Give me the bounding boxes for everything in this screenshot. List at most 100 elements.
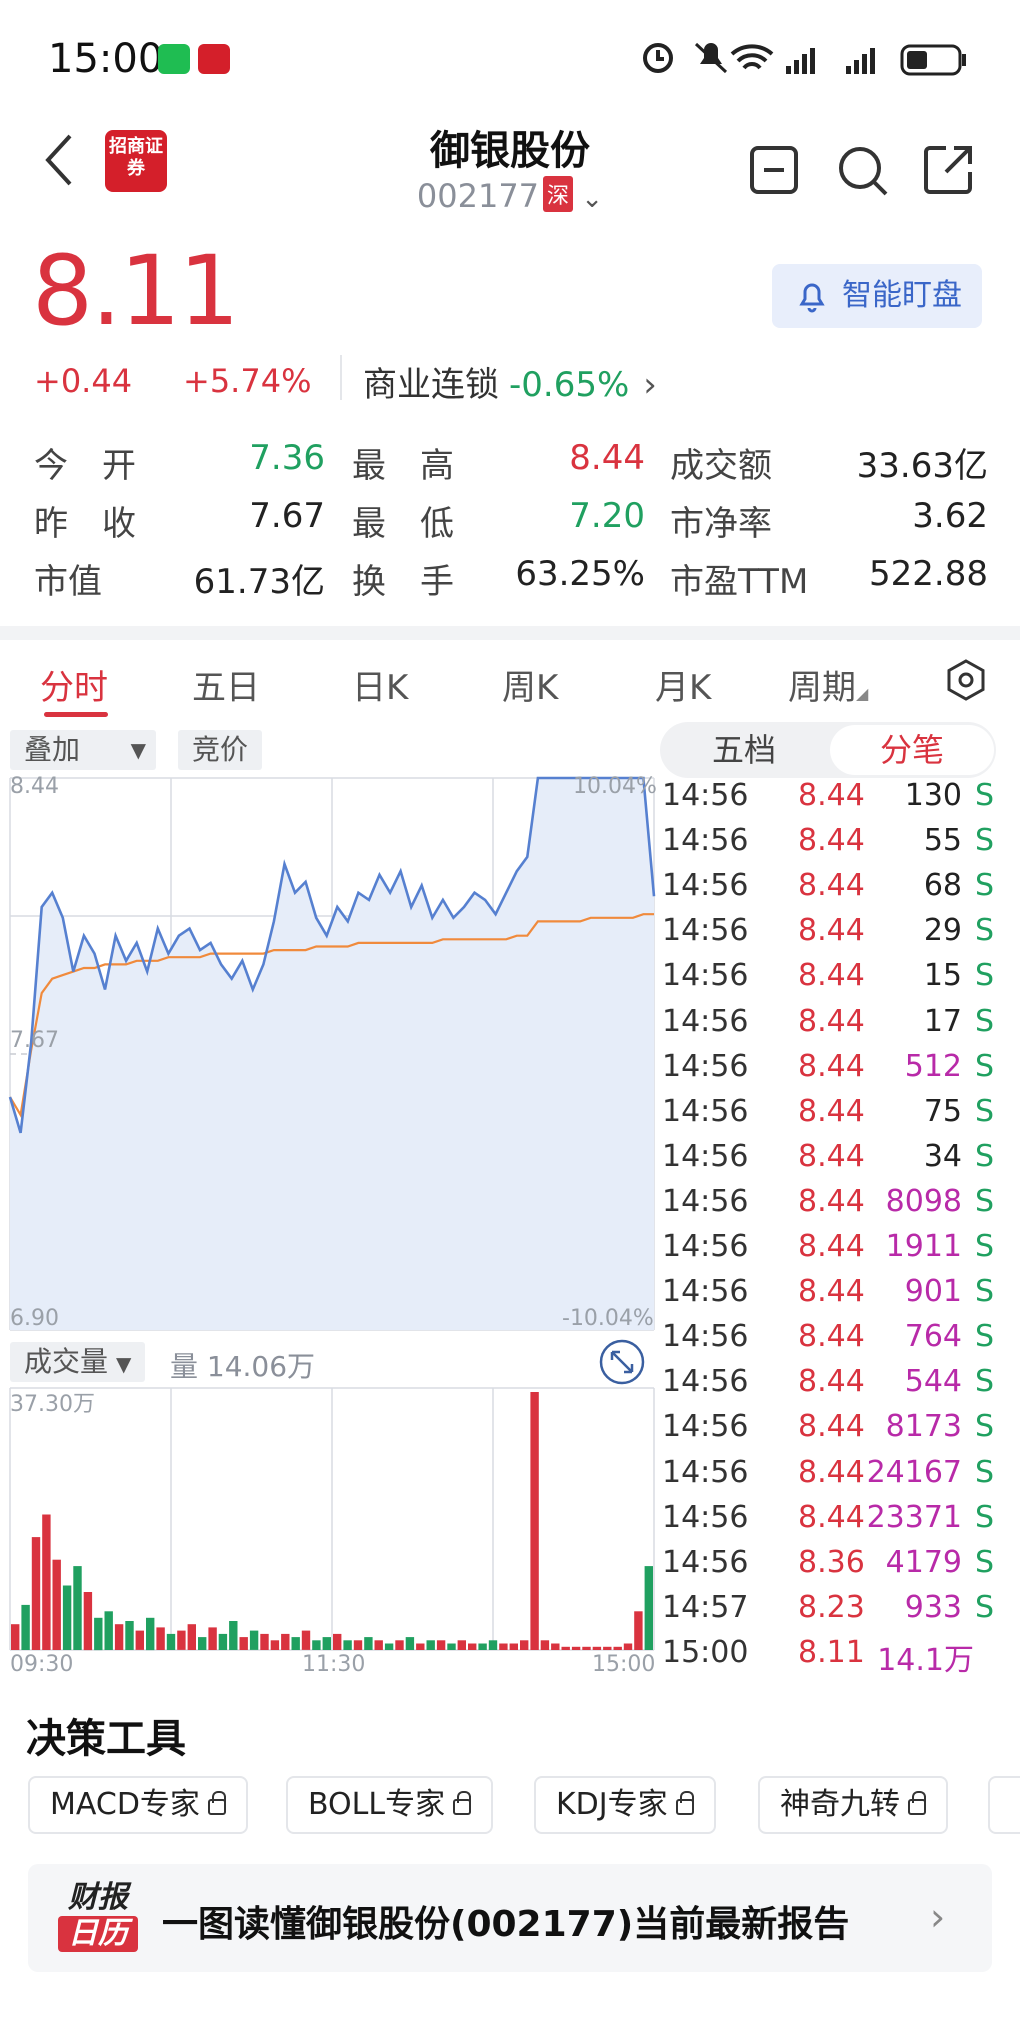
- tool-kdj[interactable]: KDJ专家: [534, 1776, 716, 1834]
- tool-more[interactable]: [988, 1776, 1020, 1834]
- tab-five-day[interactable]: 五日: [192, 660, 260, 709]
- tick-row: 14:56 8.44 15 S: [662, 958, 1002, 1003]
- tick-side: S: [974, 913, 994, 949]
- volume-bar: [364, 1637, 373, 1650]
- tool-boll[interactable]: BOLL专家: [286, 1776, 494, 1834]
- search-icon[interactable]: [834, 142, 890, 198]
- tick-side: S: [974, 868, 994, 904]
- tick-row: 14:56 8.44 55 S: [662, 823, 1002, 868]
- tick-time: 15:00: [662, 1634, 749, 1670]
- share-icon[interactable]: [920, 142, 976, 198]
- chevron-right-icon: ›: [930, 1895, 946, 1939]
- report-calendar-icon: 财报 日历: [58, 1880, 138, 1956]
- volume-bar: [73, 1566, 82, 1650]
- time-mid-label: 11:30: [302, 1652, 366, 1677]
- tick-time: 14:56: [662, 1183, 749, 1219]
- tick-time: 14:56: [662, 958, 749, 994]
- tab-weekly-k[interactable]: 周K: [502, 660, 558, 709]
- volume-bar: [634, 1611, 643, 1650]
- stat-value: 8.44: [569, 438, 645, 478]
- tick-time: 14:56: [662, 1229, 749, 1264]
- tick-time: 14:56: [662, 1274, 749, 1310]
- stat-value: 33.63亿: [856, 446, 988, 486]
- tick-volume: 764: [904, 1319, 962, 1355]
- lock-icon: [207, 1791, 226, 1815]
- tab-period[interactable]: 周期◢: [788, 660, 868, 709]
- volume-bar: [582, 1646, 591, 1650]
- dropdown-icon: ▼: [130, 738, 146, 762]
- smart-watch-button[interactable]: 智能盯盘: [772, 264, 982, 328]
- tick-time: 14:56: [662, 778, 749, 813]
- tool-macd[interactable]: MACD专家: [28, 1776, 248, 1834]
- tick-price: 8.36: [798, 1544, 865, 1580]
- volume-bar: [468, 1643, 477, 1650]
- volume-label: 成交量: [24, 1345, 109, 1378]
- volume-bar: [623, 1643, 633, 1650]
- tick-price: 8.23: [798, 1589, 865, 1625]
- lock-icon: [453, 1791, 472, 1815]
- tick-row: 14:56 8.44 29 S: [662, 913, 1002, 958]
- volume-bar: [603, 1646, 612, 1650]
- divider: [340, 355, 342, 400]
- volume-bar: [125, 1621, 134, 1650]
- broker-app-icon: [198, 44, 230, 74]
- remove-watchlist-icon[interactable]: [746, 142, 802, 198]
- tick-row: 14:56 8.44 764 S: [662, 1319, 1002, 1364]
- volume-bar: [301, 1630, 311, 1650]
- price-min-label: 6.90: [10, 1306, 59, 1331]
- tick-time: 14:57: [662, 1589, 749, 1625]
- volume-bar: [208, 1627, 217, 1650]
- tick-price: 8.44: [798, 1138, 865, 1174]
- expand-icon[interactable]: [598, 1338, 646, 1386]
- tab-daily-k[interactable]: 日K: [352, 660, 408, 709]
- volume-bar: [343, 1640, 352, 1650]
- price-change-pct: +5.74%: [183, 362, 312, 400]
- volume-bar: [405, 1637, 415, 1650]
- tick-price: 8.44: [798, 1409, 865, 1445]
- tick-price: 8.44: [798, 1499, 865, 1535]
- volume-bar: [198, 1637, 207, 1650]
- tick-volume: 23371: [866, 1499, 962, 1535]
- tick-row: 14:56 8.44 512 S: [662, 1049, 1002, 1094]
- volume-bar: [530, 1392, 539, 1650]
- tick-row: 14:56 8.36 4179 S: [662, 1545, 1002, 1590]
- tick-side: S: [974, 958, 994, 994]
- volume-bar: [135, 1630, 144, 1650]
- tick-row: 14:56 8.44 901 S: [662, 1274, 1002, 1319]
- volume-bar: [426, 1640, 435, 1650]
- volume-bar: [644, 1566, 653, 1650]
- tick-side: S: [974, 1003, 994, 1039]
- overlay-dropdown[interactable]: 叠加 ▼: [10, 730, 156, 770]
- tool-nine-turn[interactable]: 神奇九转: [758, 1776, 948, 1834]
- tick-volume: 34: [923, 1138, 962, 1174]
- volume-indicator-dropdown[interactable]: 成交量 ▼: [10, 1342, 146, 1382]
- auction-toggle[interactable]: 竞价: [178, 730, 263, 770]
- tick-side: S: [974, 1048, 994, 1084]
- tool-macd-label: MACD专家: [50, 1787, 200, 1822]
- tick-row: 14:56 8.44 23371 S: [662, 1500, 1002, 1545]
- report-badge-bottom: 日历: [58, 1916, 138, 1952]
- volume-bar: [384, 1643, 394, 1650]
- settings-icon[interactable]: [944, 658, 988, 702]
- time-end-label: 15:00: [592, 1652, 656, 1677]
- intraday-chart[interactable]: [0, 770, 660, 1670]
- volume-bar: [187, 1624, 196, 1650]
- tick-side: S: [974, 1454, 994, 1490]
- tab-monthly-k[interactable]: 月K: [655, 660, 711, 709]
- tick-price: 8.44: [798, 823, 865, 859]
- ticks-tab[interactable]: 分笔: [830, 725, 994, 775]
- chevron-down-icon: ⌄: [573, 184, 604, 214]
- tick-price: 8.44: [798, 1364, 865, 1400]
- tab-intraday[interactable]: 分时: [40, 660, 108, 709]
- tick-row: 14:56 8.44 8098 S: [662, 1184, 1002, 1229]
- corner-triangle-icon: ◢: [856, 684, 869, 703]
- lock-icon: [908, 1791, 926, 1815]
- sector-link[interactable]: 商业连锁 -0.65% ›: [363, 357, 657, 406]
- volume-bar: [249, 1630, 259, 1650]
- sector-change: -0.65%: [509, 365, 630, 405]
- tick-price: 8.44: [798, 778, 865, 813]
- volume-bar: [281, 1633, 290, 1650]
- pct-min-label: -10.04%: [562, 1306, 654, 1331]
- volume-bar: [42, 1514, 51, 1650]
- five-level-tab[interactable]: 五档: [660, 722, 828, 778]
